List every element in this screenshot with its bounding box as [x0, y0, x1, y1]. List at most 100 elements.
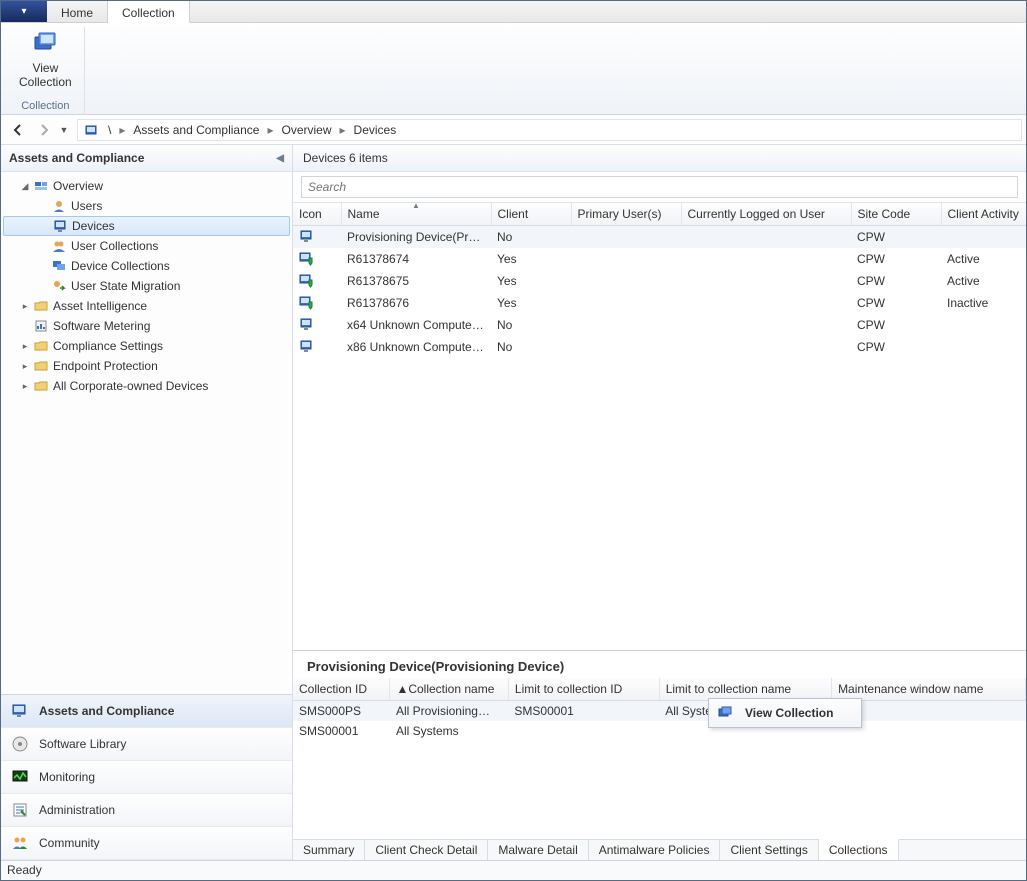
workspace-administration[interactable]: Administration — [1, 794, 292, 827]
assets-icon — [11, 702, 31, 720]
expander-icon[interactable]: ▸ — [19, 381, 31, 392]
sidebar: Assets and Compliance ◀ ◢ Overview Users — [1, 145, 293, 860]
monitoring-icon — [11, 768, 31, 786]
dcol-collection-name[interactable]: ▲Collection name — [390, 678, 508, 701]
col-site-code[interactable]: Site Code — [851, 203, 941, 226]
workspace-label: Software Library — [39, 737, 126, 751]
tab-home[interactable]: Home — [47, 1, 108, 22]
tree-node-corp-devices[interactable]: ▸ All Corporate-owned Devices — [3, 376, 290, 396]
device-collections-icon — [52, 259, 68, 273]
view-collection-button[interactable]: View Collection — [15, 27, 76, 92]
tree-node-compliance-settings[interactable]: ▸ Compliance Settings — [3, 336, 290, 356]
tree-label: Endpoint Protection — [53, 359, 158, 373]
col-client[interactable]: Client — [491, 203, 571, 226]
col-primary-user[interactable]: Primary User(s) — [571, 203, 681, 226]
tree-node-users[interactable]: Users — [3, 196, 290, 216]
cell-col-id: SMS00001 — [293, 721, 390, 741]
tree-node-asset-intelligence[interactable]: ▸ Asset Intelligence — [3, 296, 290, 316]
device-icon — [299, 251, 335, 267]
expander-icon[interactable]: ◢ — [19, 181, 31, 192]
search-input[interactable] — [301, 176, 1018, 198]
tree-node-software-metering[interactable]: Software Metering — [3, 316, 290, 336]
breadcrumb-overview[interactable]: Overview — [275, 123, 337, 137]
breadcrumb-root[interactable]: \ — [102, 123, 117, 137]
dcol-collection-id[interactable]: Collection ID — [293, 678, 390, 701]
col-name[interactable]: ▲Name — [341, 203, 491, 226]
breadcrumb-assets[interactable]: Assets and Compliance — [127, 123, 265, 137]
dtab-collections[interactable]: Collections — [819, 839, 899, 860]
tree-node-device-collections[interactable]: Device Collections — [3, 256, 290, 276]
expander-icon[interactable]: ▸ — [19, 361, 31, 372]
tree-label: Device Collections — [71, 259, 170, 273]
tree-node-user-collections[interactable]: User Collections — [3, 236, 290, 256]
app-menu-dropdown[interactable]: ▾ — [1, 1, 47, 22]
ribbon-group-collection: View Collection Collection — [7, 27, 85, 114]
cell-activity: Active — [941, 270, 1026, 292]
device-icon — [299, 273, 335, 289]
dtab-summary[interactable]: Summary — [293, 840, 365, 860]
tab-collection[interactable]: Collection — [108, 1, 190, 23]
tree-label: Software Metering — [53, 319, 150, 333]
cell-logged — [681, 292, 851, 314]
tree-node-overview[interactable]: ◢ Overview — [3, 176, 290, 196]
cell-primary — [571, 314, 681, 336]
device-icon — [299, 229, 335, 245]
ribbon-tab-strip: ▾ Home Collection — [1, 1, 1026, 23]
breadcrumb-devices[interactable]: Devices — [348, 123, 403, 137]
tree-label: Devices — [72, 219, 115, 233]
cell-primary — [571, 248, 681, 270]
table-row[interactable]: R61378674YesCPWActive — [293, 248, 1026, 270]
dtab-client-settings[interactable]: Client Settings — [720, 840, 818, 860]
tree-node-user-state-migration[interactable]: User State Migration — [3, 276, 290, 296]
cell-client: No — [491, 226, 571, 249]
cell-client: Yes — [491, 248, 571, 270]
nav-forward-button[interactable] — [31, 119, 57, 141]
context-menu: View Collection — [708, 698, 862, 728]
table-row[interactable]: Provisioning Device(Pro…NoCPW — [293, 226, 1026, 249]
cell-icon — [293, 336, 341, 358]
breadcrumb-root-icon — [84, 123, 98, 137]
dtab-antimalware[interactable]: Antimalware Policies — [589, 840, 721, 860]
cell-activity: Active — [941, 248, 1026, 270]
col-logged-on[interactable]: Currently Logged on User — [681, 203, 851, 226]
col-client-activity[interactable]: Client Activity — [941, 203, 1026, 226]
workspace-monitoring[interactable]: Monitoring — [1, 761, 292, 794]
dcol-limit-id[interactable]: Limit to collection ID — [508, 678, 659, 701]
cell-site: CPW — [851, 226, 941, 249]
sidebar-collapse-icon[interactable]: ◀ — [276, 153, 284, 164]
ribbon-btn-label-line1: View — [32, 61, 58, 75]
workspace-software[interactable]: Software Library — [1, 728, 292, 761]
nav-history-dropdown[interactable]: ▼ — [57, 119, 71, 141]
tree-node-devices[interactable]: Devices — [3, 216, 290, 236]
cell-icon — [293, 292, 341, 314]
tree-node-endpoint-protection[interactable]: ▸ Endpoint Protection — [3, 356, 290, 376]
workspace-assets[interactable]: Assets and Compliance — [1, 695, 292, 728]
context-item-label: View Collection — [745, 706, 833, 720]
dtab-client-check[interactable]: Client Check Detail — [365, 840, 488, 860]
cell-logged — [681, 248, 851, 270]
dtab-malware[interactable]: Malware Detail — [488, 840, 588, 860]
table-row[interactable]: x86 Unknown Computer…NoCPW — [293, 336, 1026, 358]
folder-icon — [34, 379, 50, 393]
cell-logged — [681, 314, 851, 336]
table-row[interactable]: R61378676YesCPWInactive — [293, 292, 1026, 314]
ribbon-group-label: Collection — [21, 100, 69, 114]
cell-name: x86 Unknown Computer… — [341, 336, 491, 358]
table-row[interactable]: x64 Unknown Computer…NoCPW — [293, 314, 1026, 336]
context-view-collection[interactable]: View Collection — [711, 701, 859, 725]
table-row[interactable]: R61378675YesCPWActive — [293, 270, 1026, 292]
table-row[interactable]: SMS00001All Systems — [293, 721, 1026, 741]
expander-icon[interactable]: ▸ — [19, 341, 31, 352]
breadcrumb-bar: ▼ \ ▸ Assets and Compliance ▸ Overview ▸… — [1, 115, 1026, 145]
details-grid: Collection ID ▲Collection name Limit to … — [293, 678, 1026, 839]
cell-icon — [293, 314, 341, 336]
tree-label: Asset Intelligence — [53, 299, 147, 313]
col-icon[interactable]: Icon — [293, 203, 341, 226]
expander-icon[interactable]: ▸ — [19, 301, 31, 312]
nav-back-button[interactable] — [5, 119, 31, 141]
workspace-community[interactable]: Community — [1, 827, 292, 860]
table-row[interactable]: SMS000PSAll Provisioning…SMS00001All Sys… — [293, 701, 1026, 722]
details-header-row: Collection ID ▲Collection name Limit to … — [293, 678, 1026, 701]
cell-col-name: All Systems — [390, 721, 508, 741]
tree-label: Compliance Settings — [53, 339, 163, 353]
